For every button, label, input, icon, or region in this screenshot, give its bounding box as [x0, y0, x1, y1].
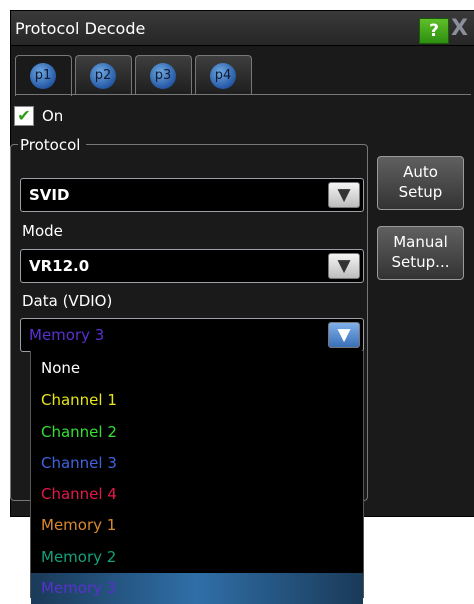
tab-divider: [15, 94, 471, 95]
mode-value: VR12.0: [29, 257, 90, 275]
option-channel-3[interactable]: Channel 3: [31, 448, 363, 479]
option-channel-4[interactable]: Channel 4: [31, 479, 363, 510]
on-checkbox[interactable]: ✔: [14, 106, 34, 126]
on-checkbox-label: On: [42, 107, 64, 125]
data-vdio-dropdown-button[interactable]: ▼: [328, 322, 360, 348]
protocol-value: SVID: [29, 186, 70, 204]
protocol-dropdown-button[interactable]: ▼: [328, 182, 360, 208]
data-vdio-value: Memory 3: [29, 326, 105, 344]
tab-p3[interactable]: p3: [135, 55, 192, 94]
protocol-select[interactable]: SVID ▼: [20, 178, 364, 212]
option-memory-2[interactable]: Memory 2: [31, 542, 363, 573]
option-memory-3[interactable]: Memory 3: [31, 573, 363, 604]
mode-dropdown-button[interactable]: ▼: [328, 253, 360, 279]
protocol-group-title: Protocol: [18, 136, 87, 154]
option-channel-2[interactable]: Channel 2: [31, 417, 363, 448]
mode-label: Mode: [22, 222, 63, 240]
chevron-down-icon: ▼: [337, 185, 351, 205]
chevron-down-icon: ▼: [337, 325, 351, 345]
dialog-title: Protocol Decode: [15, 19, 146, 38]
chevron-down-icon: ▼: [337, 256, 351, 276]
close-button[interactable]: X: [451, 16, 474, 42]
auto-setup-line2: Setup: [398, 183, 443, 201]
title-bar[interactable]: Protocol Decode ? X: [11, 11, 474, 46]
manual-setup-line1: Manual: [393, 233, 448, 251]
data-vdio-label: Data (VDIO): [22, 292, 113, 310]
tab-p4-label: p4: [210, 63, 236, 89]
data-vdio-select[interactable]: Memory 3 ▼: [20, 318, 364, 352]
option-none[interactable]: None: [31, 353, 363, 384]
tab-p4[interactable]: p4: [195, 55, 252, 94]
mode-select[interactable]: VR12.0 ▼: [20, 249, 364, 283]
option-memory-1[interactable]: Memory 1: [31, 510, 363, 541]
option-channel-1[interactable]: Channel 1: [31, 385, 363, 416]
auto-setup-button[interactable]: Auto Setup: [377, 156, 464, 210]
tab-p1-label: p1: [30, 63, 56, 89]
help-button[interactable]: ?: [419, 18, 449, 44]
tab-p2[interactable]: p2: [75, 55, 132, 94]
tab-p2-label: p2: [90, 63, 116, 89]
auto-setup-line1: Auto: [403, 163, 438, 181]
tab-p3-label: p3: [150, 63, 176, 89]
manual-setup-button[interactable]: Manual Setup...: [377, 226, 464, 280]
data-source-dropdown-list[interactable]: None Channel 1 Channel 2 Channel 3 Chann…: [30, 351, 364, 604]
tab-p1[interactable]: p1: [15, 55, 72, 96]
manual-setup-line2: Setup...: [391, 253, 450, 271]
